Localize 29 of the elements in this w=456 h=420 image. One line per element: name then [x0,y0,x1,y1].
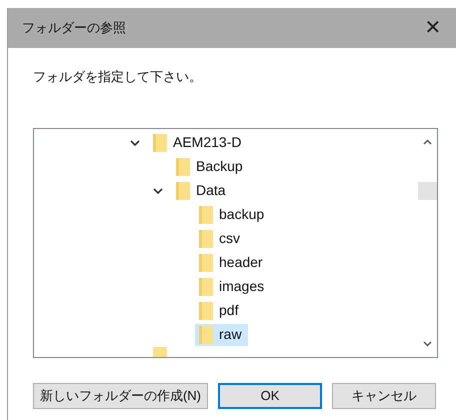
tree-item[interactable]: Data [172,180,232,202]
scroll-thumb[interactable] [418,182,437,200]
tree-item[interactable]: header [195,252,269,274]
folder-icon [176,182,190,200]
close-button[interactable]: ✕ [418,13,448,43]
dialog-button[interactable]: キャンセル [332,382,436,408]
tree-item[interactable]: Backup [172,156,249,178]
folder-icon [199,254,213,272]
folder-icon [176,158,190,176]
tree-item[interactable]: backup [195,204,270,226]
folder-icon [199,278,213,296]
scroll-up-icon[interactable] [423,138,432,144]
prompt-text: フォルダを指定して下さい。 [33,68,203,86]
tree-item[interactable]: AEM213-D [149,132,248,154]
tree-item[interactable]: pdf [195,300,244,322]
window-title: フォルダーの参照 [22,19,126,38]
tree-item[interactable]: raw [195,324,248,346]
folder-icon [153,134,167,152]
tree-item[interactable]: csv [195,228,246,250]
scroll-down-icon[interactable] [423,340,432,346]
dialog-button[interactable]: 新しいフォルダーの作成(N) [33,382,208,408]
folder-icon [199,206,213,224]
folder-icon [199,302,213,320]
chevron-down-icon[interactable] [130,140,140,146]
folder-icon [199,326,213,344]
ok-button[interactable]: OK [218,382,322,408]
chevron-down-icon[interactable] [153,188,163,194]
folder-icon [199,230,213,248]
tree-item[interactable]: images [195,276,270,298]
